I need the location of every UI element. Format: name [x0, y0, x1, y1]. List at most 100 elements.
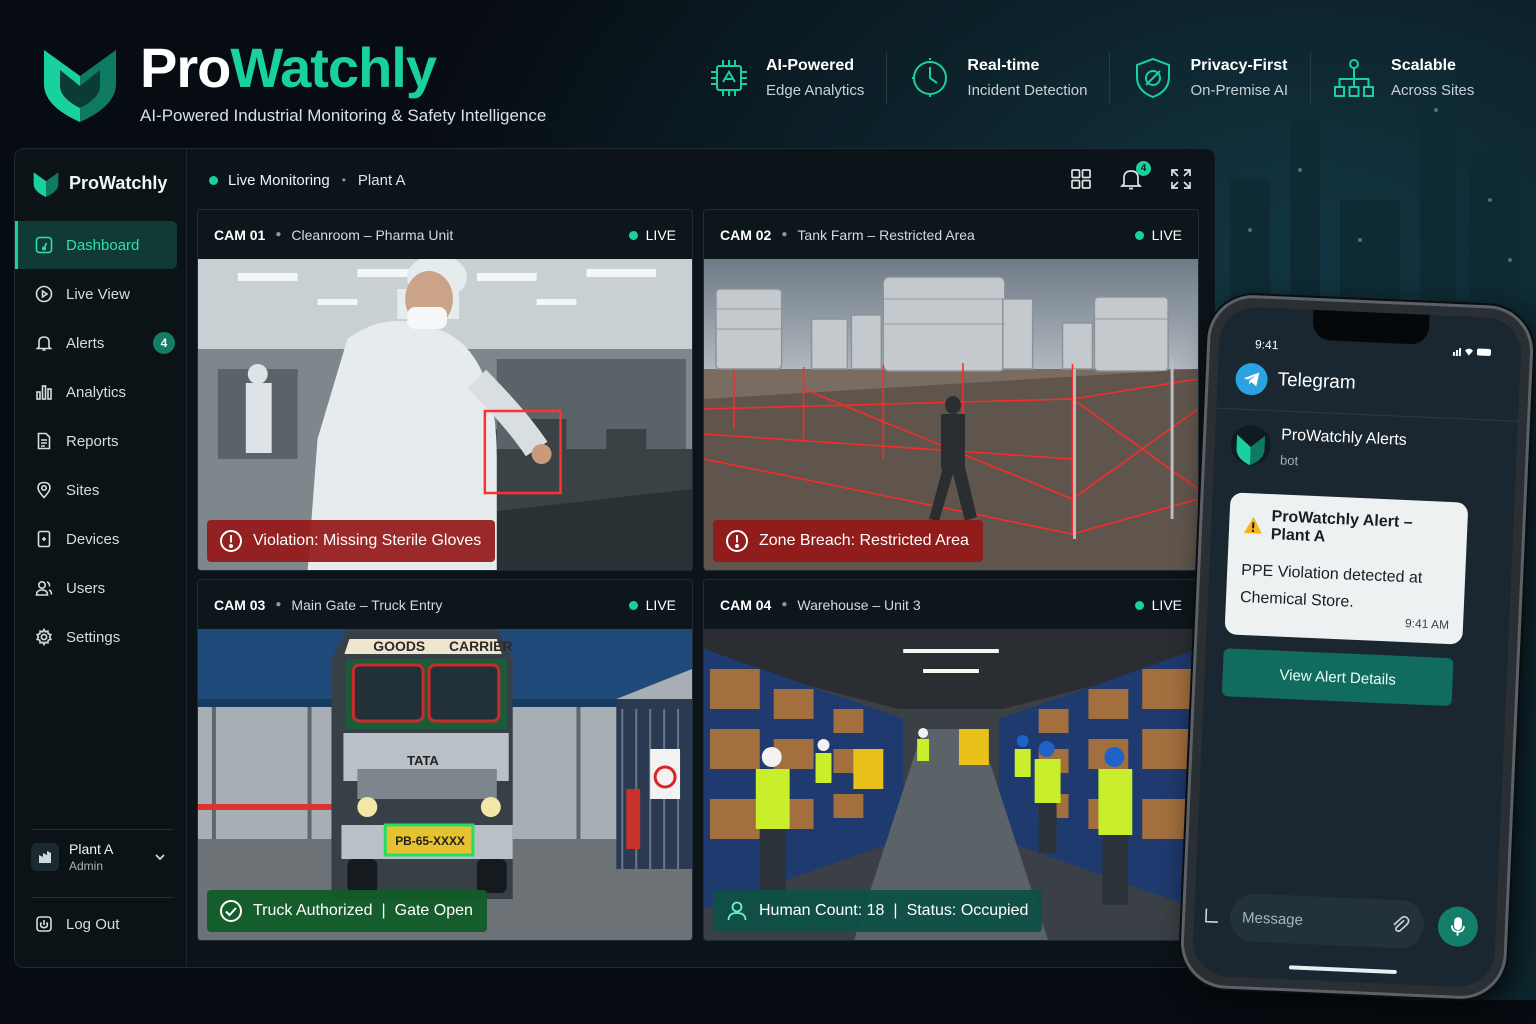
play-icon [35, 285, 53, 303]
notification-badge: 4 [1136, 161, 1151, 176]
dashboard-icon [35, 236, 53, 254]
document-icon [37, 432, 51, 450]
camera-feed-main-gate: GOODS CARRIER TATA PB-65-XXXX Truck Auth… [198, 629, 692, 940]
truck-brand-text: TATA [407, 753, 439, 768]
bot-avatar-icon [1230, 425, 1271, 466]
sidebar-nav: Dashboard Live View Alerts 4 Analytics R… [15, 221, 187, 662]
alert-circle-icon [220, 530, 242, 552]
notifications-button[interactable]: 4 [1119, 161, 1151, 191]
topbar-actions: 4 [1043, 161, 1193, 191]
brand-tagline: AI-Powered Industrial Monitoring & Safet… [140, 106, 547, 125]
live-indicator: LIVE [628, 597, 676, 613]
camera-feed-cleanroom: Violation: Missing Sterile Gloves [198, 259, 692, 570]
camera-feed-warehouse: Human Count: 18 | Status: Occupied [704, 629, 1198, 940]
bar-chart-icon [36, 385, 52, 400]
truck-sign-goods: GOODS [373, 638, 425, 654]
topbar: Live Monitoring • Plant A 4 [187, 149, 1215, 211]
message-input[interactable]: Message [1229, 892, 1425, 950]
camera-tile-cam02[interactable]: CAM 02 ● Tank Farm – Restricted Area LIV… [703, 209, 1199, 571]
feature-ai-powered: AI-Powered Edge Analytics [700, 52, 886, 104]
bot-header[interactable]: ProWatchly Alerts bot [1230, 422, 1407, 474]
brand-name: ProWatchly [140, 36, 437, 99]
live-indicator: LIVE [628, 227, 676, 243]
alert-circle-icon [726, 530, 748, 552]
live-indicator: LIVE [1134, 597, 1182, 613]
person-icon [727, 901, 747, 921]
fullscreen-button[interactable] [1169, 167, 1193, 191]
grid-icon [1071, 169, 1091, 189]
grid-layout-button[interactable] [1069, 167, 1093, 191]
device-icon [37, 530, 51, 548]
alert-message-title: ProWatchly Alert – Plant A [1270, 508, 1413, 546]
brand-header: ProWatchly AI-Powered Industrial Monitor… [42, 36, 546, 126]
camera-header: CAM 04 ● Warehouse – Unit 3 LIVE [720, 596, 1182, 614]
feature-real-time: Real-time Incident Detection [886, 52, 1109, 104]
occupancy-overlay: Human Count: 18 | Status: Occupied [713, 890, 1043, 932]
microphone-button[interactable] [1437, 905, 1479, 948]
feature-privacy-first: Privacy-First On-Premise AI [1109, 52, 1310, 104]
attach-icon[interactable] [1390, 914, 1411, 935]
zone-breach-overlay: Zone Breach: Restricted Area [713, 520, 983, 562]
fullscreen-icon [1171, 169, 1191, 189]
sidebar-item-live-view[interactable]: Live View [15, 270, 177, 318]
camera-header: CAM 02 ● Tank Farm – Restricted Area LIV… [720, 226, 1182, 244]
sidebar-item-settings[interactable]: Settings [15, 613, 177, 661]
chip-icon [711, 60, 747, 96]
alert-message-bubble: ProWatchly Alert – Plant A PPE Violation… [1224, 492, 1469, 645]
phone-screen: 9:41 Telegram ProWatchly Alerts bot ProW… [1191, 305, 1523, 989]
live-status-dot [209, 175, 218, 185]
logout-button[interactable]: Log Out [35, 915, 119, 933]
sidebar-divider [31, 897, 173, 898]
violation-alert-overlay: Violation: Missing Sterile Gloves [207, 520, 496, 562]
camera-tile-cam04[interactable]: CAM 04 ● Warehouse – Unit 3 LIVE Human C… [703, 579, 1199, 941]
phone-notch [1312, 309, 1430, 345]
sidebar-brand: ProWatchly [33, 169, 167, 197]
warning-icon [1243, 516, 1262, 534]
status-icons [1452, 346, 1494, 361]
status-time: 9:41 [1254, 337, 1279, 353]
camera-header: CAM 01 ● Cleanroom – Pharma Unit LIVE [214, 226, 676, 244]
prowatchly-logo-icon [33, 172, 59, 197]
truck-sign-carrier: CARRIER [449, 638, 513, 654]
user-switcher[interactable]: Plant A Admin [31, 841, 173, 873]
check-circle-icon [220, 900, 242, 922]
gear-icon [36, 628, 52, 646]
live-indicator: LIVE [1134, 227, 1182, 243]
camera-tile-cam01[interactable]: CAM 01 ● Cleanroom – Pharma Unit LIVE Vi… [197, 209, 693, 571]
alerts-count-badge: 4 [153, 332, 175, 354]
bell-icon [35, 336, 53, 351]
sidebar-item-alerts[interactable]: Alerts 4 [15, 319, 177, 367]
location-pin-icon [37, 481, 51, 499]
sidebar: ProWatchly Dashboard Live View Alerts 4 … [15, 149, 187, 967]
network-icon [1334, 59, 1375, 97]
sidebar-item-dashboard[interactable]: Dashboard [15, 221, 177, 269]
sidebar-item-users[interactable]: Users [15, 564, 177, 612]
alert-message-time: 9:41 AM [1404, 616, 1450, 632]
telegram-header: Telegram [1234, 362, 1356, 399]
sidebar-item-devices[interactable]: Devices [15, 515, 177, 563]
feature-list: AI-Powered Edge Analytics Real-time Incide… [700, 52, 1496, 104]
site-label: Plant A [357, 171, 406, 189]
sidebar-item-analytics[interactable]: Analytics [15, 368, 177, 416]
logout-icon [36, 916, 52, 932]
camera-header: CAM 03 ● Main Gate – Truck Entry LIVE [214, 596, 676, 614]
phone-mockup: 9:41 Telegram ProWatchly Alerts bot ProW… [1179, 293, 1535, 1001]
camera-tile-cam03[interactable]: CAM 03 ● Main Gate – Truck Entry LIVE GO [197, 579, 693, 941]
sidebar-item-sites[interactable]: Sites [15, 466, 177, 514]
avatar [31, 843, 59, 871]
microphone-icon [1451, 917, 1465, 936]
sidebar-item-reports[interactable]: Reports [15, 417, 177, 465]
alert-message-body: PPE Violation detected at Chemical Store… [1239, 561, 1423, 611]
view-alert-details-button[interactable]: View Alert Details [1221, 648, 1454, 707]
home-indicator [1288, 965, 1397, 975]
header-divider [1216, 407, 1519, 422]
sticker-icon [1205, 908, 1218, 923]
camera-feed-tank-farm: Zone Breach: Restricted Area [704, 259, 1198, 570]
chevron-down-icon [155, 854, 165, 861]
users-icon [35, 580, 53, 596]
telegram-icon [1234, 362, 1269, 396]
license-plate-text: PB-65-XXXX [395, 834, 465, 848]
message-composer: Message [1201, 886, 1485, 958]
clock-check-icon [912, 58, 949, 98]
feature-scalable: Scalable Across Sites [1310, 52, 1496, 104]
